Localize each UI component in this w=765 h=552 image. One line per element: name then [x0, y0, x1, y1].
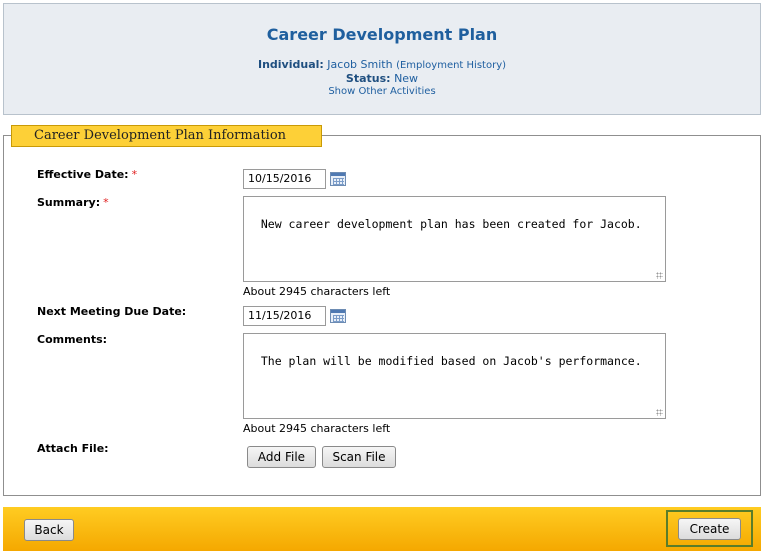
effective-date-input[interactable]: 10/15/2016 [243, 169, 326, 189]
back-button[interactable]: Back [24, 519, 74, 541]
effective-date-label: Effective Date: * [37, 168, 137, 181]
scan-file-button[interactable]: Scan File [322, 446, 396, 468]
status-label: Status: [345, 72, 391, 85]
comments-label: Comments: [37, 333, 108, 346]
create-button[interactable]: Create [678, 518, 741, 540]
page-title: Career Development Plan [266, 25, 498, 44]
summary-label-text: Summary: [37, 196, 101, 209]
employment-history-link[interactable]: (Employment History) [396, 60, 506, 71]
summary-textarea[interactable]: New career development plan has been cre… [243, 196, 666, 282]
show-other-activities-link[interactable]: Show Other Activities [328, 86, 435, 97]
individual-label: Individual: [257, 58, 324, 71]
calendar-icon[interactable] [330, 309, 346, 323]
individual-name: Jacob Smith [327, 58, 393, 71]
resize-grip-icon[interactable] [656, 409, 663, 416]
attach-file-label: Attach File: [37, 442, 109, 455]
summary-char-counter: About 2945 characters left [243, 285, 391, 298]
status-value: New [394, 72, 419, 85]
section-legend: Career Development Plan Information [11, 125, 322, 147]
comments-text: The plan will be modified based on Jacob… [260, 354, 642, 368]
status-line: Status: New [4, 72, 760, 85]
comments-char-counter: About 2945 characters left [243, 422, 391, 435]
header-panel: Career Development Plan Individual: Jaco… [3, 3, 761, 115]
calendar-icon[interactable] [330, 172, 346, 186]
next-meeting-label: Next Meeting Due Date: [37, 305, 187, 318]
summary-label: Summary: * [37, 196, 109, 209]
footer-bar [3, 507, 761, 551]
resize-grip-icon[interactable] [656, 272, 663, 279]
add-file-button[interactable]: Add File [247, 446, 316, 468]
next-meeting-date-input[interactable]: 11/15/2016 [243, 306, 326, 326]
required-marker: * [131, 168, 138, 181]
comments-textarea[interactable]: The plan will be modified based on Jacob… [243, 333, 666, 419]
required-marker: * [103, 196, 109, 209]
effective-date-label-text: Effective Date: [37, 168, 129, 181]
show-other-activities-line: Show Other Activities [4, 86, 760, 97]
summary-text: New career development plan has been cre… [260, 217, 642, 231]
individual-line: Individual: Jacob Smith (Employment Hist… [4, 58, 760, 71]
